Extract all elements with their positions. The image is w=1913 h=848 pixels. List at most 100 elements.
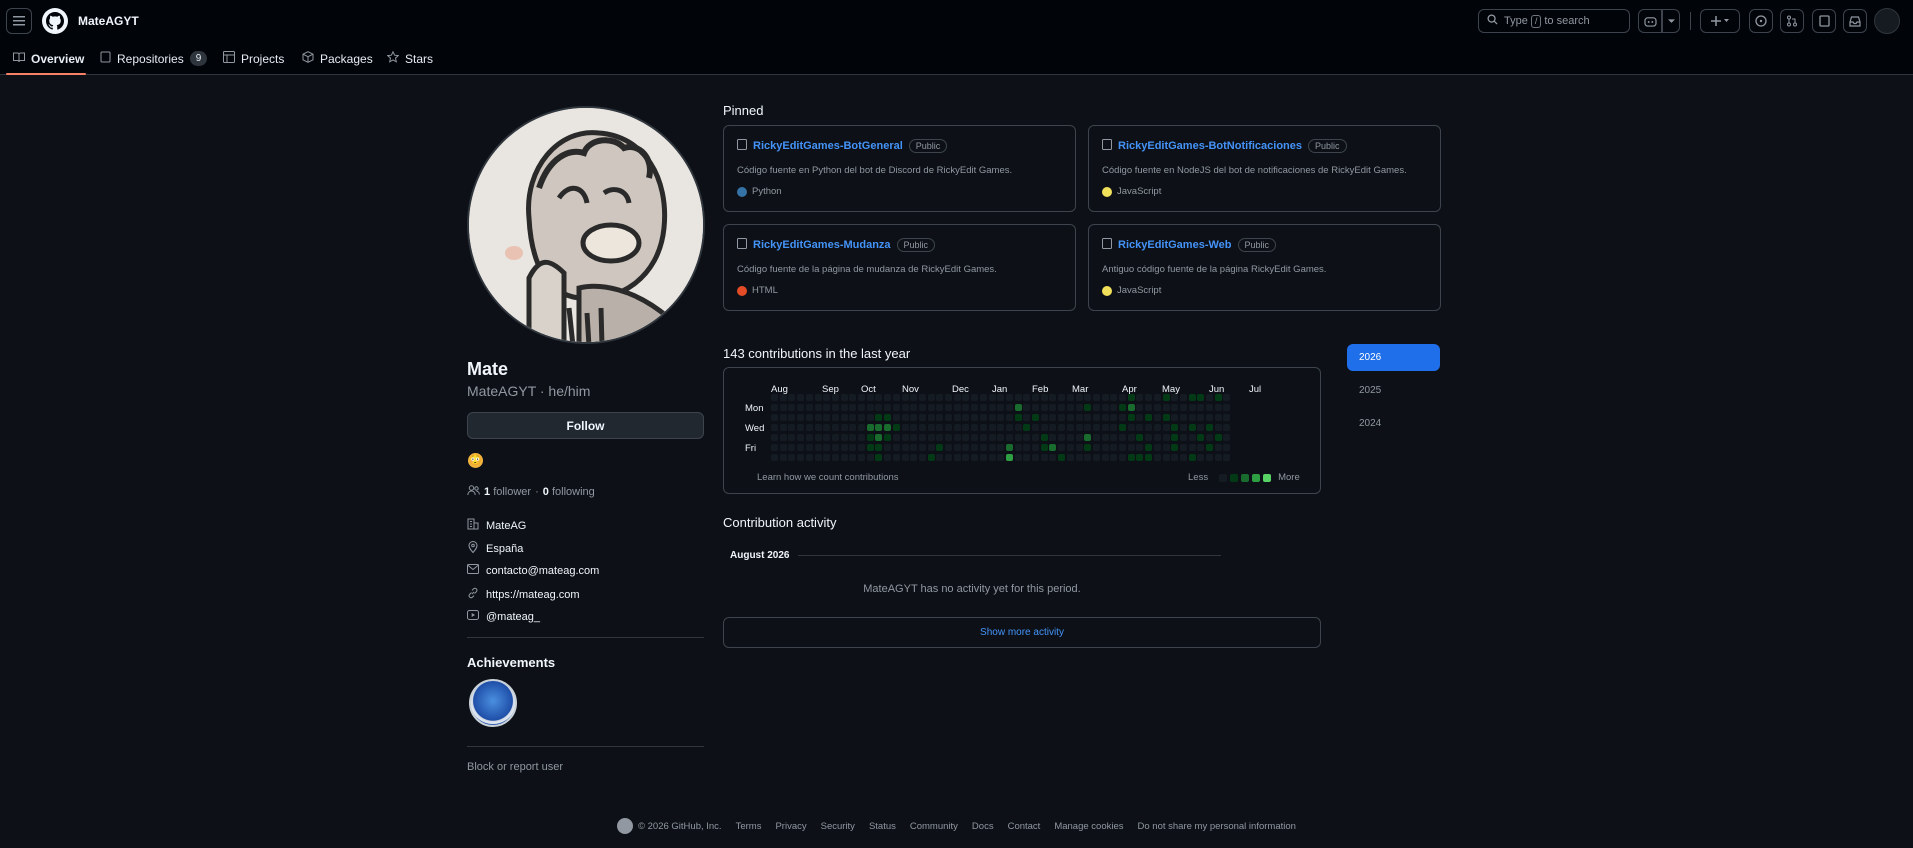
achievement-badge-icon[interactable] (469, 679, 517, 727)
contribution-day-cell[interactable] (1066, 404, 1074, 411)
contribution-day-cell[interactable] (1040, 444, 1048, 451)
github-footer-logo-icon[interactable] (617, 818, 633, 834)
contribution-day-cell[interactable] (1223, 394, 1231, 401)
contribution-day-cell[interactable] (1084, 404, 1092, 411)
contribution-day-cell[interactable] (771, 394, 778, 401)
contribution-day-cell[interactable] (831, 404, 839, 411)
menu-icon[interactable] (6, 8, 32, 34)
contribution-day-cell[interactable] (788, 424, 796, 431)
contribution-day-cell[interactable] (1066, 454, 1074, 461)
contribution-day-cell[interactable] (797, 454, 805, 461)
contribution-day-cell[interactable] (1014, 434, 1022, 441)
contribution-day-cell[interactable] (988, 454, 996, 461)
following-link[interactable]: 0 following (543, 486, 595, 498)
contribution-day-cell[interactable] (1206, 454, 1213, 461)
contribution-day-cell[interactable] (788, 454, 796, 461)
contribution-day-cell[interactable] (1110, 444, 1118, 451)
contribution-day-cell[interactable] (997, 414, 1005, 421)
contribution-day-cell[interactable] (1153, 414, 1161, 421)
contribution-day-cell[interactable] (779, 454, 787, 461)
contribution-day-cell[interactable] (997, 444, 1005, 451)
contribution-day-cell[interactable] (771, 434, 778, 441)
contribution-day-cell[interactable] (1136, 414, 1144, 421)
repositories-icon[interactable] (1812, 9, 1836, 33)
contribution-day-cell[interactable] (797, 414, 805, 421)
contribution-day-cell[interactable] (1040, 414, 1048, 421)
contribution-day-cell[interactable] (771, 414, 778, 421)
footer-link-status[interactable]: Status (869, 821, 896, 832)
contribution-day-cell[interactable] (1188, 454, 1196, 461)
contribution-day-cell[interactable] (1110, 424, 1118, 431)
contribution-day-cell[interactable] (771, 424, 778, 431)
contribution-day-cell[interactable] (953, 444, 961, 451)
contribution-day-cell[interactable] (1084, 424, 1092, 431)
contribution-day-cell[interactable] (1214, 444, 1222, 451)
contribution-day-cell[interactable] (866, 414, 874, 421)
contribution-day-cell[interactable] (910, 404, 918, 411)
contribution-day-cell[interactable] (1032, 424, 1039, 431)
contribution-day-cell[interactable] (1092, 444, 1100, 451)
contribution-day-cell[interactable] (1127, 394, 1135, 401)
contribution-day-cell[interactable] (1136, 404, 1144, 411)
contribution-day-cell[interactable] (1075, 414, 1083, 421)
contribution-day-cell[interactable] (814, 404, 822, 411)
contribution-day-cell[interactable] (953, 414, 961, 421)
contribution-day-cell[interactable] (1092, 434, 1100, 441)
contribution-day-cell[interactable] (1153, 454, 1161, 461)
contribution-day-cell[interactable] (892, 424, 900, 431)
copilot-dropdown-chevron-icon[interactable] (1662, 9, 1680, 33)
contribution-day-cell[interactable] (962, 404, 970, 411)
contribution-day-cell[interactable] (1023, 414, 1031, 421)
contribution-day-cell[interactable] (1162, 414, 1170, 421)
contribution-day-cell[interactable] (910, 394, 918, 401)
contribution-day-cell[interactable] (797, 444, 805, 451)
contribution-day-cell[interactable] (1075, 404, 1083, 411)
contribution-day-cell[interactable] (779, 424, 787, 431)
contribution-day-cell[interactable] (927, 454, 935, 461)
contribution-day-cell[interactable] (1058, 444, 1066, 451)
contribution-day-cell[interactable] (1171, 394, 1179, 401)
contribution-day-cell[interactable] (1110, 434, 1118, 441)
contribution-day-cell[interactable] (1197, 454, 1205, 461)
contribution-day-cell[interactable] (901, 394, 909, 401)
contribution-day-cell[interactable] (1014, 444, 1022, 451)
inbox-icon[interactable] (1843, 9, 1867, 33)
contribution-day-cell[interactable] (1127, 424, 1135, 431)
contribution-day-cell[interactable] (858, 404, 865, 411)
contribution-day-cell[interactable] (805, 454, 813, 461)
contribution-day-cell[interactable] (1058, 424, 1066, 431)
contribution-day-cell[interactable] (849, 454, 857, 461)
contribution-day-cell[interactable] (1214, 414, 1222, 421)
contribution-day-cell[interactable] (805, 424, 813, 431)
contribution-day-cell[interactable] (1032, 404, 1039, 411)
contribution-day-cell[interactable] (831, 394, 839, 401)
contribution-day-cell[interactable] (892, 404, 900, 411)
contribution-day-cell[interactable] (831, 424, 839, 431)
contribution-day-cell[interactable] (1162, 454, 1170, 461)
contribution-day-cell[interactable] (1136, 394, 1144, 401)
contribution-day-cell[interactable] (1127, 434, 1135, 441)
contribution-day-cell[interactable] (892, 444, 900, 451)
contribution-day-cell[interactable] (953, 434, 961, 441)
contribution-day-cell[interactable] (1162, 404, 1170, 411)
contribution-day-cell[interactable] (1119, 444, 1126, 451)
contribution-day-cell[interactable] (1075, 434, 1083, 441)
contribution-day-cell[interactable] (1188, 404, 1196, 411)
contribution-day-cell[interactable] (858, 424, 865, 431)
contribution-day-cell[interactable] (779, 414, 787, 421)
copilot-icon[interactable] (1638, 9, 1662, 33)
contribution-day-cell[interactable] (979, 404, 987, 411)
contribution-day-cell[interactable] (1119, 454, 1126, 461)
contribution-day-cell[interactable] (988, 394, 996, 401)
contribution-day-cell[interactable] (840, 424, 848, 431)
contribution-day-cell[interactable] (1110, 414, 1118, 421)
contribution-day-cell[interactable] (1049, 424, 1057, 431)
contribution-day-cell[interactable] (866, 444, 874, 451)
contribution-day-cell[interactable] (1014, 414, 1022, 421)
contribution-day-cell[interactable] (1127, 444, 1135, 451)
contribution-day-cell[interactable] (901, 434, 909, 441)
contribution-day-cell[interactable] (1092, 414, 1100, 421)
contribution-day-cell[interactable] (849, 444, 857, 451)
contribution-day-cell[interactable] (1179, 434, 1187, 441)
contribution-day-cell[interactable] (1075, 424, 1083, 431)
